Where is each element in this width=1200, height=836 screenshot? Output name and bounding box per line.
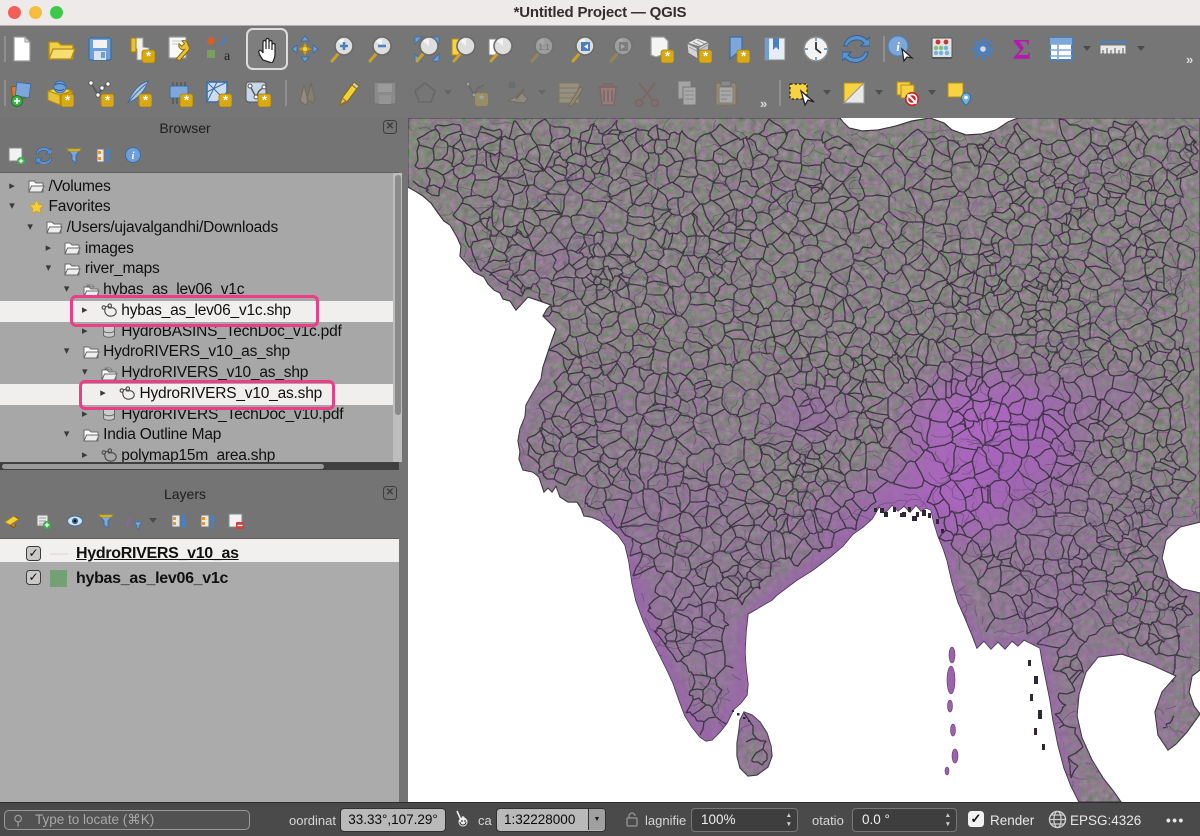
svg-text:1:1: 1:1: [538, 43, 550, 52]
svg-text:i: i: [896, 39, 900, 54]
svg-text:ε: ε: [126, 513, 133, 530]
svg-text:Σ: Σ: [1013, 35, 1031, 63]
svg-text:a: a: [224, 49, 231, 63]
svg-text:i: i: [132, 151, 135, 162]
